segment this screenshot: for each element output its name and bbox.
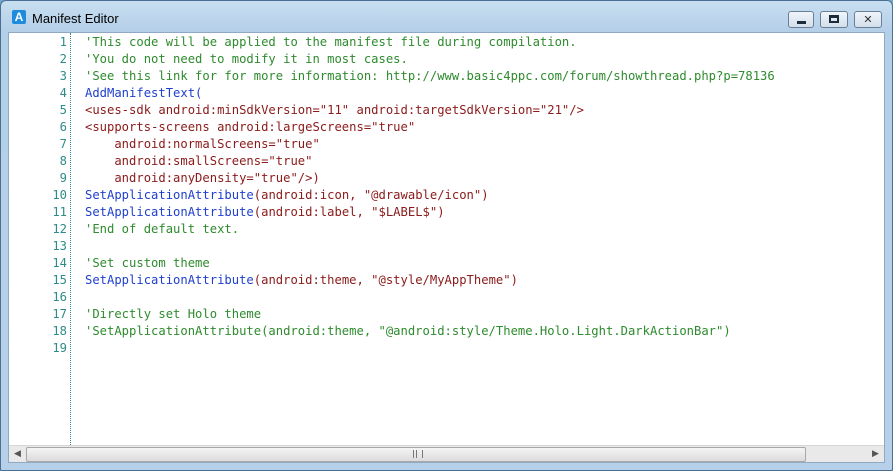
code-token-attr: <uses-sdk android:minSdkVersion="11" and… (85, 103, 584, 117)
code-line[interactable]: 13 (9, 238, 884, 255)
code-token-comment: 'You do not need to modify it in most ca… (85, 52, 408, 66)
code-token-func: SetApplicationAttribute (85, 188, 254, 202)
code-line[interactable]: 11 SetApplicationAttribute(android:label,… (9, 204, 884, 221)
line-number: 6 (59, 120, 67, 134)
code-text: android:normalScreens="true" (85, 136, 320, 153)
code-line[interactable]: 3 'See this link for for more information… (9, 68, 884, 85)
code-token-comment: 'Directly set Holo theme (85, 307, 262, 321)
code-line[interactable]: 7 android:normalScreens="true" (9, 136, 884, 153)
code-line[interactable]: 4 AddManifestText( (9, 85, 884, 102)
scroll-left-arrow-icon[interactable]: ◀ (9, 446, 26, 462)
code-line[interactable]: 8 android:smallScreens="true" (9, 153, 884, 170)
line-number: 18 (52, 324, 67, 338)
code-line[interactable]: 18 'SetApplicationAttribute(android:theme… (9, 323, 884, 340)
code-token-comment: 'This code will be applied to the manife… (85, 35, 577, 49)
close-icon: ✕ (863, 13, 873, 26)
code-line[interactable]: 19 (9, 340, 884, 357)
code-text: AddManifestText( (85, 85, 202, 102)
line-number: 15 (52, 273, 67, 287)
code-text: 'Set custom theme (85, 255, 210, 272)
grip-icon (413, 450, 423, 458)
line-number: 7 (59, 137, 67, 151)
manifest-editor-window: A Manifest Editor ✕ 1 'This code will be … (0, 0, 893, 471)
line-number: 9 (59, 171, 67, 185)
code-line[interactable]: 1 'This code will be applied to the manif… (9, 34, 884, 51)
line-number: 2 (59, 52, 67, 66)
code-text: android:anyDensity="true"/>) (85, 170, 320, 187)
line-number: 8 (59, 154, 67, 168)
code-text: 'End of default text. (85, 221, 239, 238)
line-number: 13 (52, 239, 67, 253)
code-text: 'SetApplicationAttribute(android:theme, … (85, 323, 731, 340)
code-line[interactable]: 5 <uses-sdk android:minSdkVersion="11" an… (9, 102, 884, 119)
code-text: SetApplicationAttribute(android:icon, "@… (85, 187, 489, 204)
code-token-comment: 'SetApplicationAttribute(android:theme, … (85, 324, 731, 338)
code-line[interactable]: 2 'You do not need to modify it in most c… (9, 51, 884, 68)
code-line[interactable]: 14 'Set custom theme (9, 255, 884, 272)
code-token-comment: 'Set custom theme (85, 256, 210, 270)
line-number: 16 (52, 290, 67, 304)
minimize-icon (797, 21, 806, 24)
code-text: 'See this link for for more information:… (85, 68, 775, 85)
scrollbar-thumb[interactable] (26, 447, 806, 462)
code-token-attr: android:normalScreens="true" (85, 137, 320, 151)
line-number: 5 (59, 103, 67, 117)
code-text: 'Directly set Holo theme (85, 306, 261, 323)
code-token-attr: android:smallScreens="true" (85, 154, 313, 168)
maximize-icon (829, 15, 839, 23)
horizontal-scrollbar[interactable]: ◀ ▶ (9, 445, 884, 462)
line-number: 1 (59, 35, 67, 49)
app-icon: A (12, 10, 26, 24)
line-number: 19 (52, 341, 67, 355)
code-token-comment: 'End of default text. (85, 222, 240, 236)
code-token-func: SetApplicationAttribute (85, 205, 254, 219)
code-token-func: AddManifestText( (85, 86, 203, 100)
code-token-attr: <supports-screens android:largeScreens="… (85, 120, 416, 134)
code-text: android:smallScreens="true" (85, 153, 312, 170)
code-text: SetApplicationAttribute(android:label, "… (85, 204, 445, 221)
line-number: 4 (59, 86, 67, 100)
code-text: 'You do not need to modify it in most ca… (85, 51, 408, 68)
minimize-button[interactable] (788, 11, 814, 28)
close-button[interactable]: ✕ (854, 11, 882, 28)
code-token-func: SetApplicationAttribute (85, 273, 254, 287)
line-number: 10 (52, 188, 67, 202)
window-title: Manifest Editor (32, 11, 119, 26)
code-token-attr: (android:icon, "@drawable/icon") (253, 188, 489, 202)
code-token-comment: 'See this link for for more information:… (85, 69, 775, 83)
title-bar[interactable]: A Manifest Editor ✕ (1, 1, 892, 31)
code-line[interactable]: 9 android:anyDensity="true"/>) (9, 170, 884, 187)
code-line[interactable]: 10 SetApplicationAttribute(android:icon, … (9, 187, 884, 204)
scroll-right-arrow-icon[interactable]: ▶ (867, 446, 884, 462)
code-text: <uses-sdk android:minSdkVersion="11" and… (85, 102, 584, 119)
line-number: 14 (52, 256, 67, 270)
code-text: <supports-screens android:largeScreens="… (85, 119, 415, 136)
code-text: 'This code will be applied to the manife… (85, 34, 577, 51)
code-line[interactable]: 12 'End of default text. (9, 221, 884, 238)
code-line[interactable]: 16 (9, 289, 884, 306)
code-token-attr: android:anyDensity="true"/>) (85, 171, 320, 185)
line-number: 12 (52, 222, 67, 236)
code-line[interactable]: 15 SetApplicationAttribute(android:theme,… (9, 272, 884, 289)
code-text: SetApplicationAttribute(android:theme, "… (85, 272, 518, 289)
maximize-button[interactable] (820, 11, 848, 28)
line-number: 17 (52, 307, 67, 321)
line-number: 3 (59, 69, 67, 83)
line-number: 11 (52, 205, 67, 219)
code-editor[interactable]: 1 'This code will be applied to the manif… (8, 32, 885, 463)
code-line[interactable]: 17 'Directly set Holo theme (9, 306, 884, 323)
code-lines[interactable]: 1 'This code will be applied to the manif… (9, 34, 884, 357)
code-token-attr: (android:label, "$LABEL$") (253, 205, 445, 219)
code-line[interactable]: 6 <supports-screens android:largeScreens=… (9, 119, 884, 136)
code-token-attr: (android:theme, "@style/MyAppTheme") (253, 273, 518, 287)
